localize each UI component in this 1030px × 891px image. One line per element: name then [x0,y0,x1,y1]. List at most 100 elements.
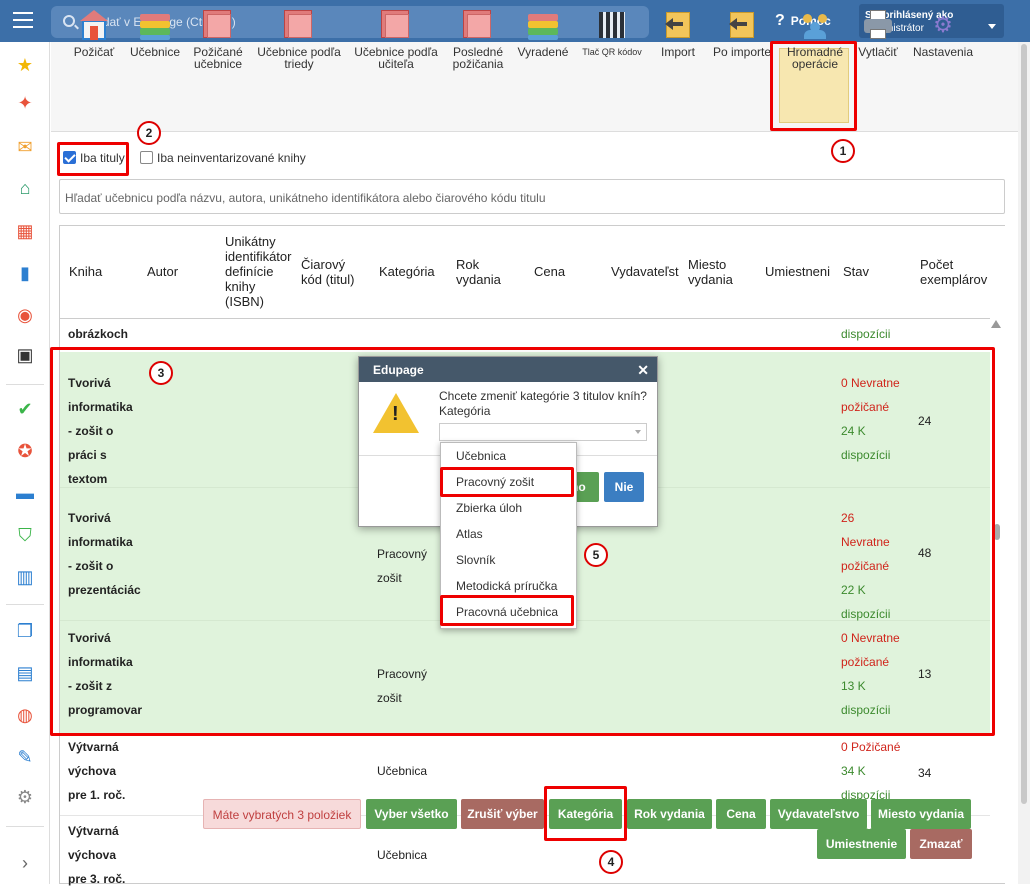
col-header-isbn[interactable]: Unikátny identifikátor definície knihy (… [225,234,295,309]
person-icon[interactable]: ◉ [14,304,36,326]
col-header-author[interactable]: Autor [147,264,178,279]
toolbar-import[interactable]: Import [656,10,700,58]
gears-icon: ⚙ [933,12,953,37]
check-icon[interactable]: ✔ [14,398,36,420]
cell-status: dispozícii [841,327,891,341]
col-header-book[interactable]: Kniha [69,264,102,279]
toolbar-last-loans[interactable]: Posledné požičania [450,10,506,70]
gear-icon[interactable]: ⚙ [14,786,36,808]
price-button[interactable]: Cena [716,799,766,829]
only-noninventoried-checkbox[interactable]: Iba neinventarizované knihy [140,151,306,165]
col-header-count[interactable]: Počet exemplárov [920,257,994,287]
cell-book: pre 3. roč. [68,872,126,886]
book-stack-icon [528,10,558,40]
cell-book: výchova [68,764,117,778]
calendar-icon[interactable]: ▣ [14,344,36,366]
timetable-icon[interactable]: ▦ [14,220,36,242]
grade-icon[interactable]: ✪ [14,440,36,462]
col-header-price[interactable]: Cena [534,264,565,279]
home-icon[interactable]: ⌂ [14,177,36,199]
col-header-publisher[interactable]: Vydavateľst [611,264,681,279]
toolbar-by-class[interactable]: Učebnice podľa triedy [255,10,343,70]
document-icon[interactable]: ▤ [14,662,36,684]
col-header-year[interactable]: Rok vydania [456,257,504,287]
qr-code-icon [599,12,625,38]
cell-category: Učebnica [377,848,428,862]
briefcase-icon[interactable]: ▬ [14,482,36,504]
year-button[interactable]: Rok vydania [627,799,712,829]
location-button[interactable]: Umiestnenie [817,829,906,859]
highlight-bulk-operations [770,41,857,131]
toolbar-label: Učebnice podľa učiteľa [354,45,438,71]
sidebar-divider [6,826,44,827]
step-marker-1: 1 [831,139,855,163]
toolbar-label: Po importe [712,45,772,59]
cell-book: obrázkoch [68,327,129,341]
place-button[interactable]: Miesto vydania [871,799,971,829]
chart-icon[interactable]: ▥ [14,566,36,588]
book-stack-icon [140,10,170,40]
open-book-icon[interactable]: ❐ [14,620,36,642]
toolbar-label: Nastavenia [912,45,974,59]
toolbar-label: Požičané učebnice [193,45,243,71]
toolbar-discarded[interactable]: Vyradené [515,10,571,58]
toolbar-settings[interactable]: ⚙ Nastavenia [910,10,976,58]
col-header-status[interactable]: Stav [843,264,869,279]
toolbar-textbooks[interactable]: Učebnice [129,10,181,58]
cell-status: 0 Požičané [841,740,901,754]
header-divider [60,318,990,319]
toolbar-label: Tlač QR kódov [582,47,642,57]
pen-icon[interactable]: ✎ [14,746,36,768]
import-icon [727,10,757,40]
cell-count: 34 [918,766,932,780]
step-marker-5: 5 [584,543,608,567]
toolbar-print[interactable]: Vytlačiť [856,10,900,58]
select-all-button[interactable]: Vyber všetko [366,799,457,829]
highlight-workbook-option [440,467,574,497]
left-sidebar: ★ ✦ ✉ ⌂ ▦ ▮ ◉ ▣ ✔ ✪ ▬ ⛉ ▥ ❐ ▤ ◍ ✎ ⚙ › [0,42,50,884]
toolbar-label: Požičať [73,45,115,59]
cell-book: pre 1. roč. [68,788,126,802]
highlight-selected-rows [50,347,995,736]
chevron-right-icon[interactable]: › [14,852,36,874]
toolbar-after-import[interactable]: Po importe [711,10,773,58]
publisher-button[interactable]: Vydavateľstvo [770,799,867,829]
cell-category: Učebnica [377,764,428,778]
toolbar-label: Vytlačiť [858,45,898,59]
magic-wand-icon[interactable]: ✦ [14,92,36,114]
checkbox-icon [140,151,154,164]
toolbar-print-qr[interactable]: Tlač QR kódov [580,10,644,58]
textbook-search-input[interactable]: Hľadať učebnicu podľa názvu, autora, uni… [59,179,1005,214]
star-icon[interactable]: ★ [14,54,36,76]
toolbar-by-teacher[interactable]: Učebnice podľa učiteľa [352,10,440,70]
highlight-only-titles [57,142,129,176]
textbook-search-placeholder: Hľadať učebnicu podľa názvu, autora, uni… [65,191,546,205]
import-icon [663,10,693,40]
toolbar-borrowed-textbooks[interactable]: Požičané učebnice [189,10,247,70]
toolbar-label: Vyradené [517,45,569,59]
textbook-icon [203,10,233,40]
menu-icon[interactable] [13,12,33,28]
delete-button[interactable]: Zmazať [910,829,972,859]
col-header-barcode[interactable]: Čiarový kód (titul) [301,257,363,287]
selection-count-badge: Máte vybratých 3 položiek [203,799,361,829]
col-header-location[interactable]: Umiestneni [765,264,837,279]
toolbar-label: Import [660,45,695,59]
mail-icon[interactable]: ✉ [14,136,36,158]
deselect-button[interactable]: Zrušiť výber [461,799,544,829]
only-noninventoried-label: Iba neinventarizované knihy [157,151,306,165]
col-header-category[interactable]: Kategória [379,264,435,279]
toolbar-label: Učebnice podľa triedy [257,45,341,71]
page-scroll-thumb[interactable] [1021,44,1027,804]
printer-icon [863,10,893,40]
step-marker-4: 4 [599,850,623,874]
book-icon[interactable]: ▮ [14,262,36,284]
toolbar-borrow[interactable]: Požičať [72,10,116,58]
chat-icon[interactable]: ◍ [14,704,36,726]
shield-icon[interactable]: ⛉ [14,524,36,546]
page-scrollbar[interactable] [1018,42,1030,884]
cell-book: výchova [68,848,117,862]
step-marker-3: 3 [149,361,173,385]
scroll-up-icon[interactable] [991,320,1001,328]
col-header-place[interactable]: Miesto vydania [688,257,740,287]
